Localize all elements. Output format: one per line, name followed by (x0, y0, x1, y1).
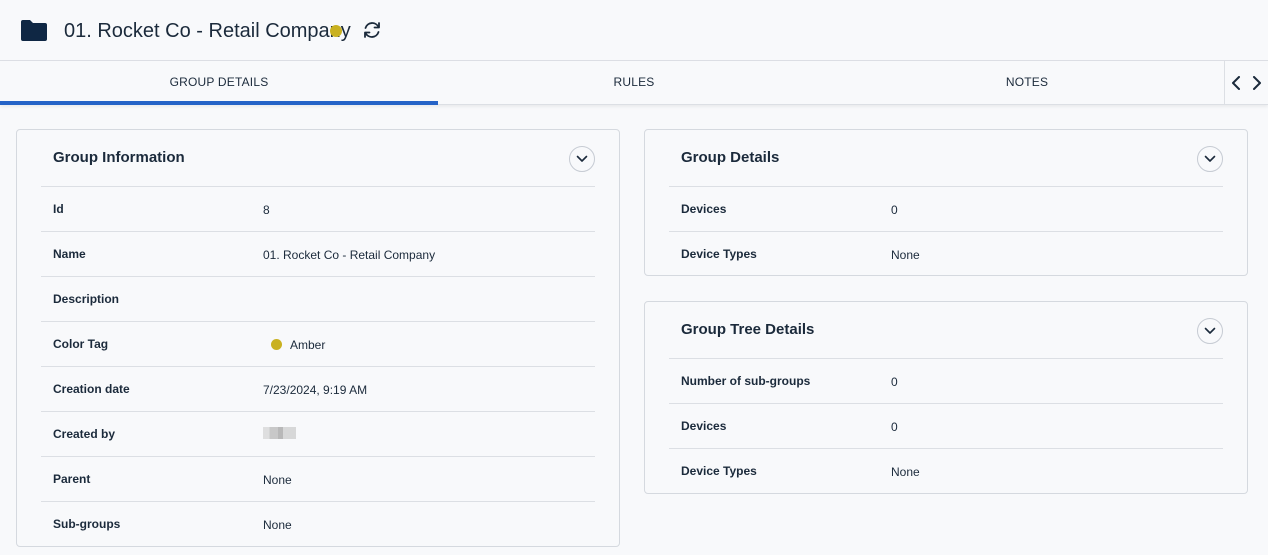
card-title: Group Details (681, 149, 780, 166)
row-label: Devices (681, 202, 727, 216)
row-value: 7/23/2024, 9:19 AM (263, 383, 368, 397)
row-label: Color Tag (53, 337, 109, 351)
collapse-button[interactable] (1197, 146, 1223, 172)
collapse-button[interactable] (569, 146, 595, 172)
row-value: 0 (891, 203, 898, 217)
color-tag-value: Amber (271, 338, 325, 352)
row-label: Sub-groups (53, 517, 121, 531)
page-header: 01. Rocket Co - Retail Company (0, 0, 1268, 61)
page-title: 01. Rocket Co - Retail Company (64, 20, 351, 42)
group-details-card: Group Details Devices 0 Device Types Non… (644, 129, 1248, 276)
row-value: None (891, 248, 920, 262)
chevron-down-icon (576, 155, 588, 162)
row-value: None (263, 518, 292, 532)
color-tag-dot (330, 25, 342, 37)
info-row-name: Name 01. Rocket Co - Retail Company (41, 231, 595, 276)
tab-rules[interactable]: RULES (438, 61, 830, 105)
card-title: Group Tree Details (681, 321, 815, 338)
row-label: Devices (681, 419, 727, 433)
tab-bar: GROUP DETAILS RULES NOTES (0, 61, 1268, 105)
chevron-right-icon[interactable] (1247, 61, 1268, 105)
row-label: Name (53, 247, 86, 261)
row-label: Creation date (53, 382, 130, 396)
row-label: Description (53, 292, 120, 306)
info-row-description: Description (41, 276, 595, 321)
tab-notes[interactable]: NOTES (830, 61, 1224, 105)
info-row-parent: Parent None (41, 456, 595, 501)
redacted-user (263, 427, 296, 439)
row-value: Amber (290, 338, 326, 352)
group-tree-details-card: Group Tree Details Number of sub-groups … (644, 301, 1248, 494)
collapse-button[interactable] (1197, 318, 1223, 344)
tab-scroll-controls (1224, 61, 1268, 105)
row-label: Number of sub-groups (681, 374, 811, 388)
info-row-color-tag: Color Tag Amber (41, 321, 595, 366)
row-label: Device Types (681, 247, 757, 261)
row-label: Created by (53, 427, 116, 441)
row-value: None (891, 465, 920, 479)
folder-icon (21, 20, 47, 41)
info-row-id: Id 8 (41, 186, 595, 231)
refresh-icon[interactable] (361, 19, 383, 41)
info-row-creation-date: Creation date 7/23/2024, 9:19 AM (41, 366, 595, 411)
row-value: 0 (891, 420, 898, 434)
tree-row-device-types: Device Types None (669, 448, 1223, 493)
row-value: None (263, 473, 292, 487)
row-value: 0 (891, 375, 898, 389)
row-label: Device Types (681, 464, 757, 478)
tab-group-details[interactable]: GROUP DETAILS (0, 61, 438, 105)
tree-row-devices: Devices 0 (669, 403, 1223, 448)
chevron-down-icon (1204, 327, 1216, 334)
info-row-sub-groups: Sub-groups None (41, 501, 595, 546)
row-label: Id (53, 202, 64, 216)
row-value: 8 (263, 203, 270, 217)
row-label: Parent (53, 472, 91, 486)
card-title: Group Information (53, 149, 185, 166)
details-row-devices: Devices 0 (669, 186, 1223, 231)
info-row-created-by: Created by (41, 411, 595, 456)
tree-row-sub-groups: Number of sub-groups 0 (669, 358, 1223, 403)
chevron-left-icon[interactable] (1225, 61, 1247, 105)
group-information-card: Group Information Id 8 Name 01. Rocket C… (16, 129, 620, 547)
details-row-device-types: Device Types None (669, 231, 1223, 276)
row-value: 01. Rocket Co - Retail Company (263, 248, 436, 262)
chevron-down-icon (1204, 155, 1216, 162)
amber-dot-icon (271, 339, 282, 350)
